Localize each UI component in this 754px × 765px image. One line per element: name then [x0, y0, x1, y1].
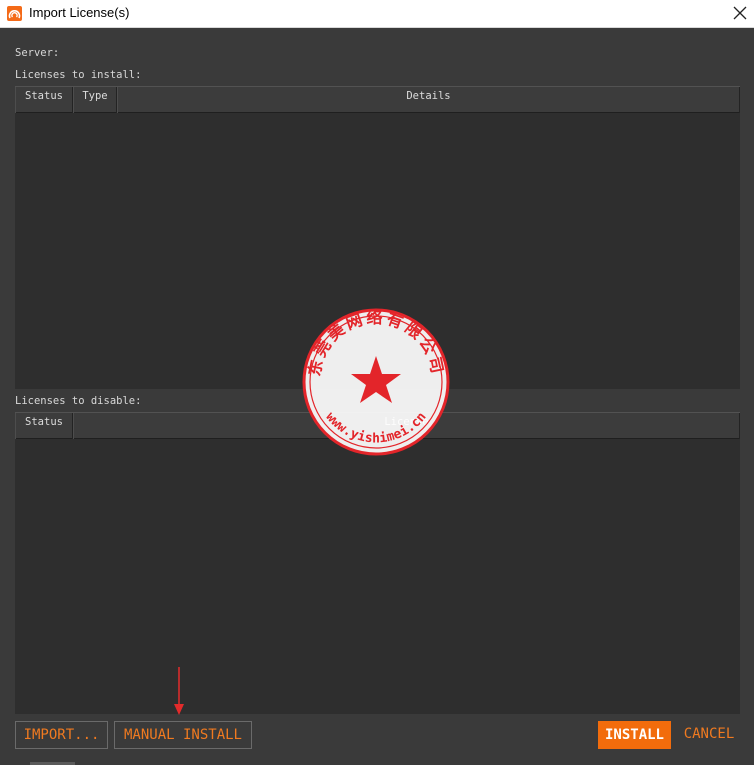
licenses-to-install-label: Licenses to install:	[15, 69, 142, 81]
window-title: Import License(s)	[29, 5, 130, 20]
houdini-app-icon	[7, 6, 22, 21]
close-icon	[733, 6, 747, 20]
install-button[interactable]: INSTALL	[598, 721, 671, 749]
import-license-dialog: Import License(s) Server: Licenses to in…	[0, 0, 754, 765]
annotation-arrow-icon	[174, 667, 184, 715]
disable-column-status[interactable]: Status	[15, 413, 73, 439]
import-button[interactable]: IMPORT...	[15, 721, 108, 749]
close-button[interactable]	[726, 0, 754, 27]
disable-table-body	[15, 439, 740, 714]
manual-install-button[interactable]: MANUAL INSTALL	[114, 721, 252, 749]
title-bar: Import License(s)	[0, 0, 754, 28]
watermark-seal-icon: 东莞美网络有限公司 www.yishimei.cn	[302, 308, 450, 456]
install-column-status[interactable]: Status	[15, 87, 73, 113]
install-table-header: Status Type Details	[15, 86, 740, 113]
install-column-type[interactable]: Type	[73, 87, 117, 113]
install-column-details[interactable]: Details	[117, 87, 740, 113]
licenses-to-disable-label: Licenses to disable:	[15, 395, 142, 407]
server-label: Server:	[15, 47, 60, 59]
disable-license-table: Status License	[15, 412, 740, 714]
cancel-button[interactable]: CANCEL	[677, 721, 741, 749]
